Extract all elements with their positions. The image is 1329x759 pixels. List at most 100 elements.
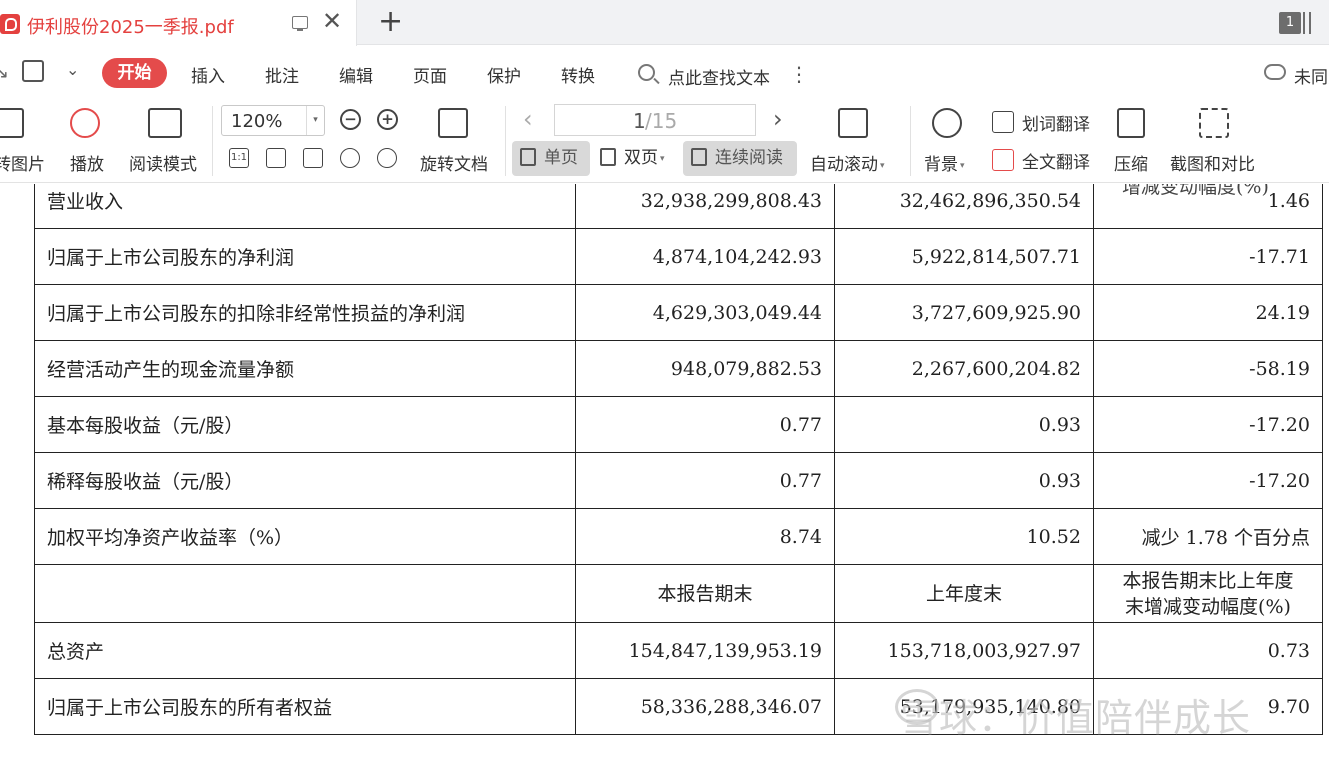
menu-start[interactable]: 开始 (102, 58, 167, 88)
full-translate-icon (992, 149, 1014, 171)
actual-size-icon[interactable]: 1:1 (229, 148, 249, 168)
zoom-out-icon[interactable]: − (340, 109, 361, 130)
double-page-button[interactable]: 双页 ▾ (596, 141, 678, 176)
table-cell: 总资产 (34, 622, 576, 679)
table-cell: 24.19 (1093, 284, 1323, 341)
rotate-doc-label: 旋转文档 (420, 155, 488, 175)
single-page-icon (520, 148, 536, 166)
zoom-select[interactable]: 120% ▾ (221, 105, 325, 136)
auto-scroll-button[interactable]: 自动滚动 ▾ (810, 98, 900, 183)
menu-insert[interactable]: 插入 (191, 62, 225, 87)
header-cell: 本报告期末比上年度 末增减变动幅度(%) (1093, 564, 1323, 623)
table-cell: 5,922,814,507.71 (834, 228, 1094, 285)
zoom-value: 120% (231, 111, 283, 132)
table-cell: 稀释每股收益（元/股） (34, 452, 576, 509)
monitor-icon[interactable] (292, 16, 308, 31)
menu-edit[interactable]: 编辑 (339, 62, 373, 87)
table-cell: 8.74 (575, 508, 835, 565)
table-row: 稀释每股收益（元/股） 0.77 0.93 -17.20 (34, 452, 1323, 509)
search-input[interactable]: 点此查找文本 (668, 64, 770, 89)
single-page-button[interactable]: 单页 (512, 141, 590, 176)
search-icon[interactable] (638, 64, 655, 81)
table-cell: 0.93 (834, 396, 1094, 453)
rotate-doc-button[interactable]: 旋转文档 (416, 98, 496, 183)
caret-icon: ▾ (660, 154, 665, 164)
financial-table: 营业收入 32,938,299,808.43 32,462,896,350.54 1.… (34, 184, 1323, 735)
prev-page-icon[interactable]: ‹ (523, 105, 533, 133)
more-icon[interactable]: ⋮ (789, 62, 809, 86)
document-view[interactable]: 增减变动幅度(%) 营业收入 32,938,299,808.43 32,462,89… (0, 184, 1329, 759)
menu-protect[interactable]: 保护 (487, 62, 521, 87)
document-tab[interactable]: 伊利股份2025一季报.pdf ✕ (0, 0, 357, 46)
arrow-icon[interactable]: ↘ (0, 62, 9, 83)
rotate-doc-icon (438, 108, 468, 138)
word-translate-label: 划词翻译 (1022, 115, 1090, 135)
close-tab-button[interactable]: ✕ (322, 9, 342, 33)
header-cell-line: 本报告期末比上年度 (1122, 569, 1294, 592)
tab-title: 伊利股份2025一季报.pdf (27, 17, 234, 38)
word-translate-button[interactable]: 划词翻译 (992, 108, 1102, 136)
rotate-left-icon[interactable] (340, 148, 360, 168)
fit-width-icon[interactable] (303, 148, 323, 168)
watermark: 雪球：价值陪伴成长 (900, 696, 1252, 740)
table-cell: 58,336,288,346.07 (575, 678, 835, 735)
book-icon (148, 108, 182, 138)
next-page-icon[interactable]: › (773, 105, 783, 133)
table-row: 总资产 154,847,139,953.19 153,718,003,927.97 0… (34, 622, 1323, 679)
table-cell: 32,938,299,808.43 (575, 184, 835, 229)
window-count-badge[interactable]: 1 (1279, 12, 1301, 34)
full-translate-label: 全文翻译 (1022, 153, 1090, 173)
export-icon[interactable] (22, 60, 44, 82)
rotate-right-icon[interactable] (377, 148, 397, 168)
table-cell: 0.77 (575, 396, 835, 453)
background-button[interactable]: 背景 ▾ (922, 98, 978, 183)
header-cell: 本报告期末 (575, 564, 835, 623)
header-cell: 上年度末 (834, 564, 1094, 623)
table-row: 营业收入 32,938,299,808.43 32,462,896,350.54 1.… (34, 184, 1323, 229)
ribbon-toolbar: 转图片 播放 阅读模式 120% ▾ − + 1:1 旋转文档 ‹ 1 /15 … (0, 98, 1329, 183)
table-cell: -58.19 (1093, 340, 1323, 397)
compress-button[interactable]: 压缩 (1112, 98, 1154, 183)
page-current: 1 (633, 109, 646, 133)
background-label: 背景 ▾ (924, 155, 965, 175)
table-cell: 948,079,882.53 (575, 340, 835, 397)
read-mode-label: 阅读模式 (129, 155, 197, 175)
double-page-label: 双页 (624, 148, 658, 168)
table-cell: 营业收入 (34, 184, 576, 229)
table-cell: 减少 1.78 个百分点 (1093, 508, 1323, 565)
compress-label: 压缩 (1114, 155, 1148, 175)
menu-page[interactable]: 页面 (413, 62, 447, 87)
sync-status[interactable]: 未同步 (1294, 63, 1329, 88)
menu-annotate[interactable]: 批注 (265, 62, 299, 87)
moon-icon (932, 108, 962, 138)
screenshot-compare-button[interactable]: 截图和对比 (1168, 98, 1264, 183)
table-row: 加权平均净资产收益率（%） 8.74 10.52 减少 1.78 个百分点 (34, 508, 1323, 565)
window-list-icon[interactable] (1303, 12, 1311, 34)
new-tab-button[interactable]: + (378, 6, 403, 38)
continuous-read-button[interactable]: 连续阅读 (683, 141, 797, 176)
table-cell: 基本每股收益（元/股） (34, 396, 576, 453)
separator (505, 106, 506, 176)
table-cell: 0.73 (1093, 622, 1323, 679)
table-cell: 153,718,003,927.97 (834, 622, 1094, 679)
table-header-row: 本报告期末 上年度末 本报告期末比上年度 末增减变动幅度(%) (34, 564, 1323, 623)
table-cell: 4,874,104,242.93 (575, 228, 835, 285)
dropdown-icon[interactable]: ▾ (306, 106, 324, 135)
read-mode-button[interactable]: 阅读模式 (127, 98, 203, 183)
table-cell: 0.93 (834, 452, 1094, 509)
table-cell: 10.52 (834, 508, 1094, 565)
tab-bar: 伊利股份2025一季报.pdf ✕ + 1 (0, 0, 1329, 46)
continuous-icon (691, 148, 707, 166)
full-translate-button[interactable]: 全文翻译 (992, 146, 1102, 174)
cloud-icon[interactable] (1264, 64, 1286, 80)
zoom-in-icon[interactable]: + (377, 109, 398, 130)
chevron-down-icon[interactable]: ⌄ (66, 60, 79, 79)
play-button[interactable]: 播放 (66, 98, 112, 183)
fit-page-icon[interactable] (266, 148, 286, 168)
table-cell: 加权平均净资产收益率（%） (34, 508, 576, 565)
convert-image-button[interactable]: 转图片 (0, 98, 60, 183)
menu-convert[interactable]: 转换 (561, 62, 595, 87)
page-number-input[interactable]: 1 /15 (554, 104, 756, 136)
single-page-label: 单页 (544, 148, 578, 168)
continuous-label: 连续阅读 (715, 148, 783, 168)
